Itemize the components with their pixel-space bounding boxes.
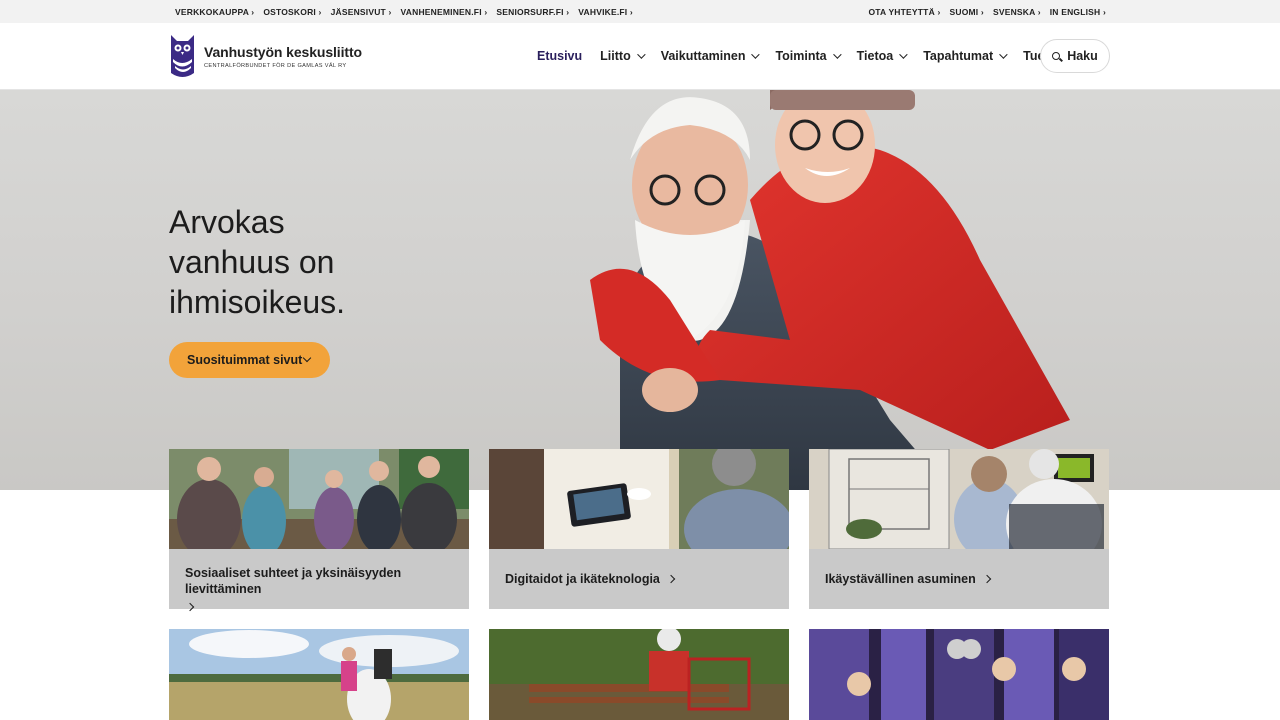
chevron-down-icon [999, 50, 1008, 59]
utility-link-jasensivut[interactable]: JÄSENSIVUT › [331, 7, 392, 17]
card-label-text: Ikäystävällinen asuminen [825, 572, 976, 586]
card-label: Ikäystävällinen asuminen [825, 571, 1095, 587]
language-link-svenska[interactable]: SVENSKA › [993, 7, 1041, 17]
chevron-down-icon [302, 353, 312, 363]
hero-section: Arvokas vanhuus on ihmisoikeus. Suositui… [0, 90, 1280, 490]
chevron-right-icon: › [481, 6, 488, 17]
topic-card-activity[interactable] [489, 629, 789, 720]
chevron-down-icon [899, 50, 908, 59]
nav-item-label: Tietoa [856, 49, 894, 63]
utility-link-label: OSTOSKORI [263, 6, 316, 17]
logo-text: Vanhustyön keskusliitto CENTRALFÖRBUNDET… [204, 44, 362, 69]
topic-card-social[interactable]: Sosiaaliset suhteet ja yksinäisyyden lie… [169, 449, 469, 612]
card-label: Digitaidot ja ikäteknologia [505, 571, 775, 587]
site-header: Vanhustyön keskusliitto CENTRALFÖRBUNDET… [0, 23, 1280, 90]
utility-link-label: VANHENEMINEN.FI [400, 6, 482, 17]
topic-card-housing[interactable]: Ikäystävällinen asuminen [809, 448, 1109, 609]
card-image [489, 442, 794, 569]
hero-photo [590, 90, 1070, 490]
chevron-right-icon: › [385, 6, 392, 17]
chevron-right-icon: › [248, 6, 255, 17]
search-button[interactable]: Haku [1040, 39, 1110, 73]
utility-link-label: IN ENGLISH [1049, 6, 1101, 17]
nav-item-tapahtumat[interactable]: Tapahtumat [923, 49, 1008, 63]
nav-item-label: Toiminta [775, 49, 827, 63]
chevron-right-icon: › [934, 6, 941, 17]
utility-link-label: SENIORSURF.FI [496, 6, 564, 17]
card-image [169, 629, 469, 720]
card-image [809, 448, 1109, 569]
utility-links-left: VERKKOKAUPPA › OSTOSKORI › JÄSENSIVUT › … [175, 0, 633, 23]
utility-link-vanheneminen[interactable]: VANHENEMINEN.FI › [401, 7, 488, 17]
chevron-right-icon [666, 574, 676, 584]
hero-heading: Arvokas vanhuus on ihmisoikeus. [169, 204, 346, 320]
chevron-right-icon: › [627, 6, 633, 17]
popular-pages-label: Suosituimmat sivut [187, 353, 303, 367]
card-label: Sosiaaliset suhteet ja yksinäisyyden lie… [185, 565, 455, 615]
card-label-text: Sosiaaliset suhteet ja yksinäisyyden lie… [185, 566, 402, 596]
nav-item-label: Vaikuttaminen [660, 49, 746, 63]
popular-pages-button[interactable]: Suosituimmat sivut [169, 342, 330, 378]
chevron-right-icon [185, 602, 195, 612]
utility-links-right: OTA YHTEYTTÄ › SUOMI › SVENSKA › IN ENGL… [868, 0, 1106, 23]
topic-card-outdoors[interactable] [169, 629, 469, 720]
topic-card-digital[interactable]: Digitaidot ja ikäteknologia [489, 442, 794, 609]
language-link-english[interactable]: IN ENGLISH › [1050, 7, 1106, 17]
utility-link-vahvike[interactable]: VAHVIKE.FI › [578, 7, 633, 17]
card-image [809, 629, 1109, 720]
language-link-suomi[interactable]: SUOMI › [950, 7, 984, 17]
search-icon [1052, 52, 1061, 60]
nav-item-label: Liitto [600, 49, 631, 63]
utility-link-contact[interactable]: OTA YHTEYTTÄ › [868, 7, 940, 17]
logo-subtitle: CENTRALFÖRBUNDET FÖR DE GAMLAS VÄL RY [204, 62, 347, 69]
utility-link-label: VERKKOKAUPPA [175, 6, 249, 17]
utility-link-seniorsurf[interactable]: SENIORSURF.FI › [496, 7, 569, 17]
card-image [169, 449, 469, 559]
chevron-right-icon: › [1035, 6, 1041, 17]
chevron-down-icon [751, 50, 761, 59]
card-label-text: Digitaidot ja ikäteknologia [505, 572, 660, 586]
chevron-right-icon: › [315, 6, 322, 17]
chevron-down-icon [636, 50, 646, 59]
main-nav: Etusivu Liitto Vaikuttaminen Toiminta Ti… [537, 39, 1062, 73]
chevron-right-icon [982, 574, 992, 584]
site-logo[interactable]: Vanhustyön keskusliitto CENTRALFÖRBUNDET… [169, 33, 362, 79]
search-button-label: Haku [1067, 49, 1098, 63]
logo-name: Vanhustyön keskusliitto [204, 43, 362, 60]
nav-item-label: Tapahtumat [923, 49, 994, 63]
nav-item-label: Etusivu [537, 49, 583, 63]
nav-item-toiminta[interactable]: Toiminta [775, 49, 842, 63]
utility-link-label: SVENSKA [992, 6, 1036, 17]
chevron-down-icon [832, 50, 842, 59]
chevron-right-icon: › [563, 6, 570, 17]
nav-item-tietoa[interactable]: Tietoa [856, 49, 908, 63]
chevron-right-icon: › [1100, 6, 1106, 17]
topic-card-vtkl[interactable] [809, 629, 1109, 720]
utility-link-label: SUOMI [949, 6, 979, 17]
nav-item-liitto[interactable]: Liitto [600, 49, 646, 63]
nav-item-vaikuttaminen[interactable]: Vaikuttaminen [660, 49, 761, 63]
card-image [489, 629, 789, 720]
utility-link-label: VAHVIKE.FI [578, 6, 628, 17]
utility-link-verkkokauppa[interactable]: VERKKOKAUPPA › [175, 7, 254, 17]
chevron-right-icon: › [978, 6, 984, 17]
utility-link-label: OTA YHTEYTTÄ [868, 6, 935, 17]
utility-link-label: JÄSENSIVUT [330, 6, 386, 17]
utility-link-ostoskori[interactable]: OSTOSKORI › [263, 7, 321, 17]
nav-item-etusivu[interactable]: Etusivu [537, 49, 582, 63]
owl-logo-icon [171, 35, 194, 77]
utility-bar: VERKKOKAUPPA › OSTOSKORI › JÄSENSIVUT › … [0, 0, 1280, 23]
